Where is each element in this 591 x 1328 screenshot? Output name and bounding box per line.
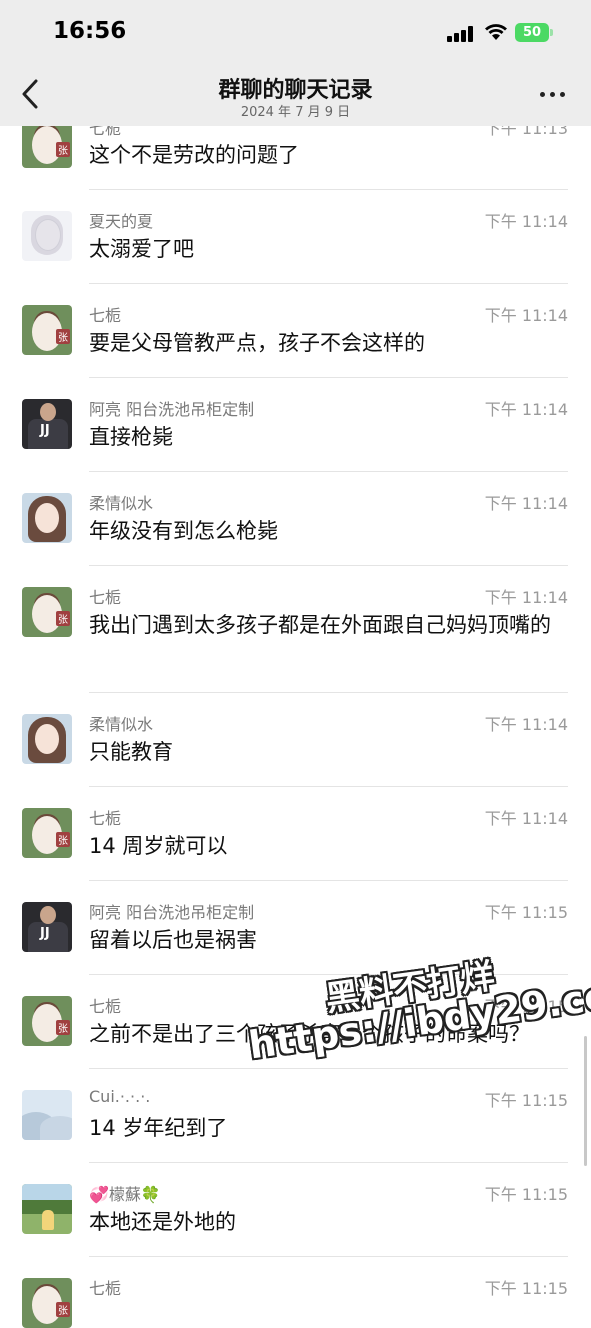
sender-name: 七栀 xyxy=(89,306,122,325)
more-icon[interactable] xyxy=(538,80,568,106)
avatar[interactable]: 张 xyxy=(22,305,72,355)
message-text: 留着以后也是祸害 xyxy=(89,928,257,952)
top-bar: 16:56 50 群聊的聊天记录 2024 年 7 月 9 日 xyxy=(0,0,591,126)
message-time: 下午 11:14 xyxy=(484,809,568,828)
list-item[interactable]: 柔情似水 下午 11:14 年级没有到怎么枪毙 xyxy=(0,472,591,566)
message-text: 年级没有到怎么枪毙 xyxy=(89,519,278,543)
list-item[interactable]: JJ 阿亮 阳台洗池吊柜定制 下午 11:15 留着以后也是祸害 xyxy=(0,881,591,975)
message-time: 下午 11:14 xyxy=(484,212,568,231)
list-item[interactable]: 张 七栀 下午 11:14 14 周岁就可以 xyxy=(0,787,591,881)
list-item[interactable]: 张 七栀 下午 11:15 xyxy=(0,1257,591,1328)
message-text: 太溺爱了吧 xyxy=(89,237,194,261)
message-time: 下午 11:15 xyxy=(484,1185,568,1204)
list-item[interactable]: JJ 阿亮 阳台洗池吊柜定制 下午 11:14 直接枪毙 xyxy=(0,378,591,472)
message-text: 这个不是劳改的问题了 xyxy=(89,143,299,167)
message-text: 要是父母管教严点，孩子不会这样的 xyxy=(89,331,425,355)
sender-name: 夏天的夏 xyxy=(89,212,154,231)
list-item[interactable]: 夏天的夏 下午 11:14 太溺爱了吧 xyxy=(0,190,591,284)
sender-name: 柔情似水 xyxy=(89,494,154,513)
message-list: 张 七栀 下午 11:13 这个不是劳改的问题了 夏天的夏 下午 11:14 太… xyxy=(0,95,591,1328)
sender-name: 七栀 xyxy=(89,588,122,607)
scrollbar[interactable] xyxy=(584,1036,587,1166)
sender-name: Cui.·.·.·. xyxy=(89,1087,151,1106)
sender-name: 💞檬蘇🍀 xyxy=(89,1185,161,1204)
avatar[interactable]: JJ xyxy=(22,399,72,449)
sender-name: 七栀 xyxy=(89,1279,122,1298)
avatar[interactable]: 张 xyxy=(22,587,72,637)
avatar[interactable] xyxy=(22,1184,72,1234)
message-text: 直接枪毙 xyxy=(89,425,173,449)
sender-name: 阿亮 阳台洗池吊柜定制 xyxy=(89,903,255,922)
page-title: 群聊的聊天记录 xyxy=(218,78,373,103)
sender-name: 阿亮 阳台洗池吊柜定制 xyxy=(89,400,255,419)
message-time: 下午 11:15 xyxy=(484,903,568,922)
message-text: 14 周岁就可以 xyxy=(89,834,228,858)
message-text: 本地还是外地的 xyxy=(89,1210,236,1234)
message-time: 下午 11:14 xyxy=(484,715,568,734)
message-text: 我出门遇到太多孩子都是在外面跟自己妈妈顶嘴的 xyxy=(89,613,551,637)
avatar[interactable]: 张 xyxy=(22,1278,72,1328)
list-item[interactable]: 张 七栀 下午 11:14 我出门遇到太多孩子都是在外面跟自己妈妈顶嘴的 xyxy=(0,566,591,693)
message-time: 下午 11:14 xyxy=(484,306,568,325)
avatar[interactable] xyxy=(22,211,72,261)
wifi-icon xyxy=(485,24,507,40)
avatar[interactable] xyxy=(22,1090,72,1140)
list-item[interactable]: 柔情似水 下午 11:14 只能教育 xyxy=(0,693,591,787)
list-item[interactable]: 张 七栀 下午 11:14 要是父母管教严点，孩子不会这样的 xyxy=(0,284,591,378)
message-time: 下午 11:14 xyxy=(484,494,568,513)
message-text: 只能教育 xyxy=(89,740,173,764)
list-item[interactable]: Cui.·.·.·. 下午 11:15 14 岁年纪到了 xyxy=(0,1069,591,1163)
avatar[interactable] xyxy=(22,714,72,764)
message-text: 14 岁年纪到了 xyxy=(89,1116,228,1140)
avatar[interactable]: 张 xyxy=(22,808,72,858)
battery-indicator: 50 xyxy=(515,23,553,42)
avatar[interactable] xyxy=(22,493,72,543)
status-time: 16:56 xyxy=(53,18,127,44)
message-time: 下午 11:14 xyxy=(484,400,568,419)
page-subtitle: 2024 年 7 月 9 日 xyxy=(240,105,351,120)
sender-name: 七栀 xyxy=(89,997,122,1016)
avatar[interactable]: JJ xyxy=(22,902,72,952)
message-time: 下午 11:14 xyxy=(484,588,568,607)
sender-name: 七栀 xyxy=(89,809,122,828)
avatar[interactable]: 张 xyxy=(22,996,72,1046)
sender-name: 柔情似水 xyxy=(89,715,154,734)
message-time: 下午 11:15 xyxy=(484,1091,568,1110)
list-item[interactable]: 💞檬蘇🍀 下午 11:15 本地还是外地的 xyxy=(0,1163,591,1257)
message-time: 下午 11:15 xyxy=(484,1279,568,1298)
signal-icon xyxy=(447,26,475,42)
